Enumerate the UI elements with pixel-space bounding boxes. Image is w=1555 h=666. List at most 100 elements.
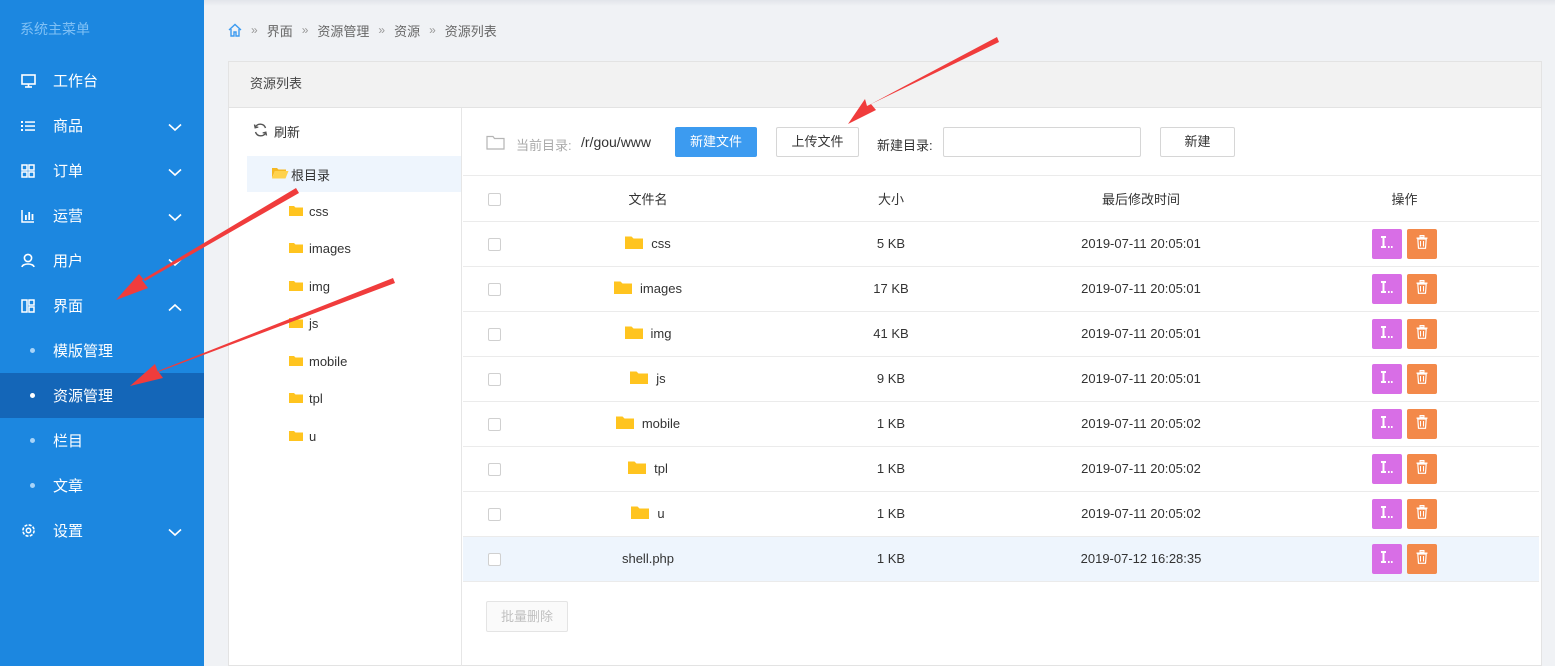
refresh-label: 刷新: [274, 125, 301, 140]
table-row[interactable]: js 9 KB 2019-07-11 20:05:01: [463, 356, 1539, 402]
tree-node[interactable]: js: [289, 316, 318, 331]
file-size: 9 KB: [770, 356, 1012, 402]
row-actions: [1270, 401, 1539, 447]
rename-button[interactable]: [1372, 273, 1402, 304]
sidebar-item-orders[interactable]: 订单: [0, 148, 204, 193]
delete-button[interactable]: [1407, 228, 1437, 259]
layout-icon: [20, 298, 36, 314]
rename-button[interactable]: [1372, 228, 1402, 259]
current-dir-value: /r/gou/www: [581, 134, 652, 150]
column-header-name: 文件名: [526, 176, 770, 222]
row-select-cell: [463, 311, 526, 357]
sidebar-title: 系统主菜单: [20, 21, 90, 37]
row-checkbox[interactable]: [488, 508, 501, 522]
delete-button[interactable]: [1407, 408, 1437, 439]
table-row[interactable]: img 41 KB 2019-07-11 20:05:01: [463, 311, 1539, 357]
rename-button[interactable]: [1372, 318, 1402, 349]
delete-button[interactable]: [1407, 453, 1437, 484]
rename-button[interactable]: [1372, 408, 1402, 439]
sidebar-subitem-label: 文章: [53, 478, 84, 495]
new-file-button[interactable]: 新建文件: [675, 127, 757, 157]
delete-button[interactable]: [1407, 543, 1437, 574]
delete-button[interactable]: [1407, 273, 1437, 304]
sidebar-subitem-templates[interactable]: 模版管理: [0, 328, 204, 373]
row-select-cell: [463, 536, 526, 582]
file-mtime: 2019-07-11 20:05:02: [1012, 491, 1270, 537]
row-checkbox[interactable]: [488, 238, 501, 252]
sidebar-item-workbench[interactable]: 工作台: [0, 58, 204, 103]
tree-node[interactable]: img: [289, 279, 330, 294]
file-name-cell: css: [526, 221, 770, 267]
new-dir-input[interactable]: [943, 127, 1141, 157]
resource-panel: 资源列表 刷新 根目录 css images img js mobile tpl…: [228, 61, 1542, 666]
file-name[interactable]: images: [640, 281, 682, 296]
table-row[interactable]: tpl 1 KB 2019-07-11 20:05:02: [463, 446, 1539, 492]
sidebar-item-label: 工作台: [53, 73, 99, 90]
select-all-checkbox[interactable]: [488, 192, 501, 206]
trash-icon: [1416, 460, 1428, 477]
table-row[interactable]: css 5 KB 2019-07-11 20:05:01: [463, 221, 1539, 267]
file-name[interactable]: img: [651, 326, 672, 341]
rename-button[interactable]: [1372, 543, 1402, 574]
create-dir-button[interactable]: 新建: [1160, 127, 1235, 157]
table-row[interactable]: shell.php 1 KB 2019-07-12 16:28:35: [463, 536, 1539, 582]
file-name[interactable]: css: [651, 236, 671, 251]
sidebar-item-settings[interactable]: 设置: [0, 508, 204, 553]
tree-node[interactable]: mobile: [289, 354, 347, 369]
tree-node-label: tpl: [309, 391, 323, 406]
sidebar-subitem-resources[interactable]: 资源管理: [0, 373, 204, 418]
breadcrumb-item[interactable]: 资源: [394, 21, 420, 40]
batch-delete-button[interactable]: 批量删除: [486, 601, 568, 632]
row-checkbox[interactable]: [488, 553, 501, 567]
table-row[interactable]: mobile 1 KB 2019-07-11 20:05:02: [463, 401, 1539, 447]
tree-node[interactable]: u: [289, 429, 316, 444]
file-name[interactable]: u: [657, 506, 664, 521]
file-size: 1 KB: [770, 491, 1012, 537]
rename-button[interactable]: [1372, 498, 1402, 529]
file-name-cell: mobile: [526, 401, 770, 447]
rename-icon: [1380, 325, 1394, 342]
delete-button[interactable]: [1407, 318, 1437, 349]
sidebar-item-operations[interactable]: 运营: [0, 193, 204, 238]
upload-file-button[interactable]: 上传文件: [776, 127, 859, 157]
rename-icon: [1380, 460, 1394, 477]
file-name[interactable]: shell.php: [622, 551, 674, 566]
row-checkbox[interactable]: [488, 328, 501, 342]
file-mtime: 2019-07-11 20:05:01: [1012, 356, 1270, 402]
tree-root-node[interactable]: 根目录: [247, 156, 461, 192]
row-select-cell: [463, 266, 526, 312]
refresh-button[interactable]: 刷新: [253, 122, 300, 141]
column-header-size: 大小: [770, 176, 1012, 222]
delete-button[interactable]: [1407, 363, 1437, 394]
rename-button[interactable]: [1372, 453, 1402, 484]
row-checkbox[interactable]: [488, 283, 501, 297]
sidebar-item-goods[interactable]: 商品: [0, 103, 204, 148]
table-row[interactable]: images 17 KB 2019-07-11 20:05:01: [463, 266, 1539, 312]
file-mtime: 2019-07-11 20:05:02: [1012, 446, 1270, 492]
tree-node[interactable]: tpl: [289, 391, 323, 406]
row-checkbox[interactable]: [488, 418, 501, 432]
tree-node[interactable]: images: [289, 241, 351, 256]
rename-button[interactable]: [1372, 363, 1402, 394]
row-select-cell: [463, 221, 526, 267]
home-icon[interactable]: [228, 23, 242, 37]
sidebar-item-interface[interactable]: 界面: [0, 283, 204, 328]
breadcrumb-item[interactable]: 界面: [267, 21, 293, 40]
sidebar-item-label: 商品: [53, 118, 84, 135]
tree-node[interactable]: css: [289, 204, 329, 219]
folder-icon: [615, 415, 634, 432]
table-row[interactable]: u 1 KB 2019-07-11 20:05:02: [463, 491, 1539, 537]
folder-icon: [289, 279, 303, 294]
breadcrumb-item-current: 资源列表: [444, 23, 497, 39]
file-name[interactable]: tpl: [654, 461, 668, 476]
delete-button[interactable]: [1407, 498, 1437, 529]
file-name[interactable]: mobile: [642, 416, 680, 431]
sidebar-subitem-articles[interactable]: 文章: [0, 463, 204, 508]
row-checkbox[interactable]: [488, 463, 501, 477]
sidebar-subitem-columns[interactable]: 栏目: [0, 418, 204, 463]
breadcrumb-item[interactable]: 资源管理: [317, 21, 369, 40]
row-checkbox[interactable]: [488, 373, 501, 387]
sidebar-item-users[interactable]: 用户: [0, 238, 204, 283]
file-name[interactable]: js: [656, 371, 665, 386]
row-select-cell: [463, 491, 526, 537]
